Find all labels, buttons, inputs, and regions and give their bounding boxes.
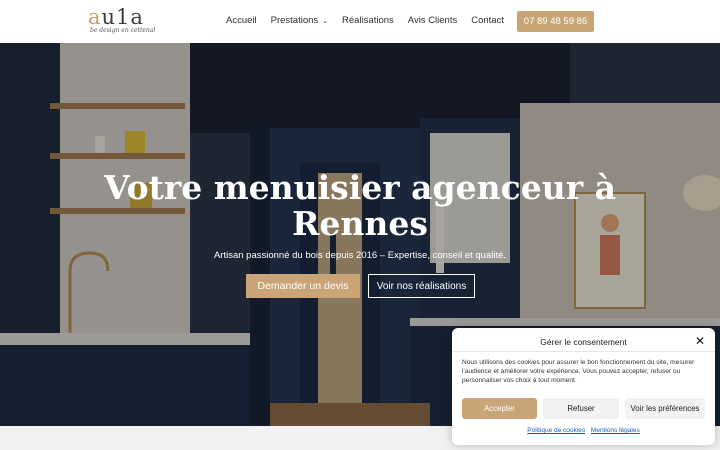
request-quote-button[interactable]: Demander un devis: [246, 274, 360, 298]
logo-wordmark: au1a: [88, 5, 144, 29]
nav-item-accueil[interactable]: Accueil: [226, 15, 257, 26]
view-preferences-button[interactable]: Voir les préférences: [625, 398, 705, 419]
refuse-cookies-button[interactable]: Refuser: [543, 398, 619, 419]
nav-item-contact[interactable]: Contact: [471, 15, 504, 26]
phone-button[interactable]: 07 89 48 59 86: [517, 11, 594, 32]
cookie-description: Nous utilisons des cookies pour assurer …: [462, 359, 695, 384]
main-nav: Accueil Prestations ⌄ Réalisations Avis C…: [226, 15, 518, 26]
hero-title-line-2: Rennes: [292, 204, 428, 243]
divider: [452, 351, 715, 352]
cookie-policy-link[interactable]: Politique de cookies: [527, 427, 585, 434]
accept-cookies-button[interactable]: Accepter: [462, 398, 537, 419]
site-header: au1a be design en cettenal Accueil Prest…: [0, 0, 720, 43]
nav-item-realisations[interactable]: Réalisations: [342, 15, 394, 26]
cookie-dialog-title: Gérer le consentement: [540, 337, 627, 347]
legal-notice-link[interactable]: Mentions légales: [591, 427, 640, 434]
site-logo[interactable]: au1a be design en cettenal: [88, 5, 168, 35]
nav-item-avis-clients[interactable]: Avis Clients: [408, 15, 457, 26]
close-icon[interactable]: ✕: [695, 334, 705, 348]
hero-subtitle: Artisan passionné du bois depuis 2016 – …: [213, 250, 507, 261]
chevron-down-icon: ⌄: [322, 17, 329, 25]
view-projects-button[interactable]: Voir nos réalisations: [368, 274, 475, 298]
logo-tagline: be design en cettenal: [90, 27, 156, 34]
cookie-links: Politique de cookies Mentions légales: [452, 427, 715, 434]
hero-title-line-1: Votre menuisier agenceur à: [104, 168, 616, 207]
hero-title: Votre menuisier agenceur à Rennes: [0, 170, 720, 242]
cookie-consent-dialog: Gérer le consentement ✕ Nous utilisons d…: [452, 328, 715, 445]
nav-item-prestations[interactable]: Prestations ⌄: [271, 15, 328, 26]
